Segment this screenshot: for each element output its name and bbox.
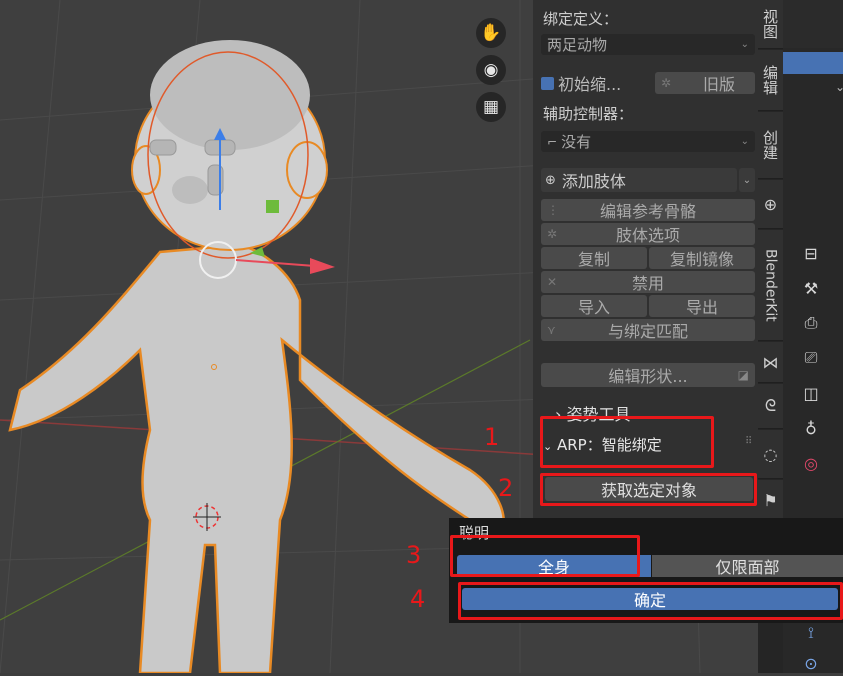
edit-reference-bones-label: 编辑参考骨骼: [599, 202, 696, 221]
chevron-down-icon: ⌄: [740, 39, 749, 50]
annotation-number-2: 2: [498, 474, 514, 502]
tab-blenderkit[interactable]: BlenderKit: [758, 230, 783, 341]
strip-top: [783, 0, 843, 48]
leaf-icon: ◌: [763, 444, 778, 464]
disable-label: 禁用: [631, 274, 664, 293]
shape-icon: ◪: [737, 368, 749, 382]
limb-options-label: 肢体选项: [615, 226, 680, 245]
tab-figure-icon[interactable]: ⚑: [758, 480, 783, 521]
tool-icon[interactable]: ⊟: [797, 240, 825, 266]
rig-definition-value: 两足动物: [547, 36, 608, 54]
edit-shape-label: 编辑形状...: [608, 367, 688, 386]
physics-icon[interactable]: ⊙: [797, 650, 825, 676]
add-limb-label: 添加肢体: [561, 172, 626, 191]
tab-edit-label: 编辑: [761, 65, 779, 95]
helper-controllers-label: 辅助控制器：: [543, 105, 634, 123]
close-icon: ✕: [547, 275, 558, 289]
rig-definition-label: 绑定定义：: [543, 10, 619, 28]
copy-button[interactable]: 复制: [541, 247, 647, 269]
copy-mirror-button[interactable]: 复制镜像: [649, 247, 755, 269]
tab-addon-icon[interactable]: ⊕: [758, 180, 783, 229]
disable-button[interactable]: ✕ 禁用: [541, 271, 755, 293]
scene-icon[interactable]: ♁: [797, 415, 825, 441]
export-button[interactable]: 导出: [649, 295, 755, 317]
legacy-label: 旧版: [702, 75, 735, 94]
match-to-rig-label: 与绑定匹配: [607, 322, 688, 341]
render-icon[interactable]: ⎙: [797, 310, 825, 336]
tab-view-label: 视图: [761, 9, 779, 39]
match-to-rig-button[interactable]: ⋎ 与绑定匹配: [541, 319, 755, 341]
import-button[interactable]: 导入: [541, 295, 647, 317]
edit-shape-button[interactable]: 编辑形状... ◪: [541, 363, 755, 387]
initial-scale-label: 初始缩...: [558, 75, 622, 94]
output-icon[interactable]: ⎚: [797, 345, 825, 371]
chevron-down-icon[interactable]: ⌄: [835, 80, 843, 94]
add-limb-dropdown[interactable]: ⌄: [739, 168, 755, 192]
gear-icon: ✲: [547, 227, 558, 241]
bow-icon: ⋈: [762, 352, 779, 372]
annotation-number-1: 1: [484, 423, 500, 451]
edit-reference-bones-button[interactable]: ⋮ 编辑参考骨骼: [541, 199, 755, 221]
copy-mirror-label: 复制镜像: [669, 250, 734, 269]
bones-icon: ⋮: [547, 203, 559, 217]
annotation-box-3: [450, 535, 640, 577]
drag-handle-icon[interactable]: ⠿: [745, 436, 752, 447]
tab-swirl-icon[interactable]: ᘓ: [758, 384, 783, 429]
tab-create[interactable]: 创建: [758, 112, 783, 179]
helper-controllers-dropdown[interactable]: ⌐ 没有 ⌄: [541, 131, 755, 152]
legacy-button[interactable]: ✲ 旧版: [655, 72, 755, 94]
annotation-number-4: 4: [410, 585, 426, 613]
annotation-box-2: [540, 473, 757, 506]
tab-blenderkit-label: BlenderKit: [762, 248, 779, 322]
target-icon: ⊕: [763, 194, 778, 214]
swirl-icon: ᘓ: [764, 396, 777, 415]
initial-scale-checkbox[interactable]: 初始缩...: [541, 72, 651, 94]
camera-icon[interactable]: ◉: [476, 55, 506, 85]
selected-row[interactable]: [783, 52, 843, 74]
gear-icon: ✲: [661, 76, 672, 90]
tab-create-label: 创建: [761, 130, 779, 160]
tab-leaf-icon[interactable]: ◌: [758, 430, 783, 479]
export-label: 导出: [685, 298, 718, 317]
limb-options-button[interactable]: ✲ 肢体选项: [541, 223, 755, 245]
world-icon[interactable]: ◎: [797, 450, 825, 476]
import-label: 导入: [577, 298, 610, 317]
helper-controllers-value: 没有: [561, 133, 592, 151]
rig-definition-dropdown[interactable]: 两足动物 ⌄: [541, 34, 755, 55]
chevron-down-icon: ⌄: [742, 174, 752, 186]
hand-icon[interactable]: ✋: [476, 18, 506, 48]
grid-icon[interactable]: ▦: [476, 92, 506, 122]
copy-label: 复制: [577, 250, 610, 269]
wrench-icon[interactable]: ⚒: [797, 275, 825, 301]
view-layer-icon[interactable]: ◫: [797, 380, 825, 406]
figure-icon: ⚑: [763, 490, 778, 510]
tab-edit[interactable]: 编辑: [758, 50, 783, 111]
tab-bow-icon[interactable]: ⋈: [758, 342, 783, 383]
face-only-option[interactable]: 仅限面部: [652, 555, 843, 577]
match-icon: ⋎: [547, 323, 556, 337]
annotation-box-4: [458, 582, 843, 620]
face-only-label: 仅限面部: [715, 558, 780, 577]
add-limb-button[interactable]: ⊕ 添加肢体: [541, 168, 737, 192]
bone-icon: ⌐: [547, 134, 558, 149]
plus-circle-icon: ⊕: [545, 172, 556, 188]
annotation-number-3: 3: [406, 541, 422, 569]
chevron-down-icon: ⌄: [740, 136, 749, 147]
tab-view[interactable]: 视图: [758, 0, 783, 49]
annotation-box-1: [540, 416, 714, 468]
checkbox-icon: [541, 76, 554, 90]
bone-constraint-icon[interactable]: ⟟: [797, 620, 825, 646]
